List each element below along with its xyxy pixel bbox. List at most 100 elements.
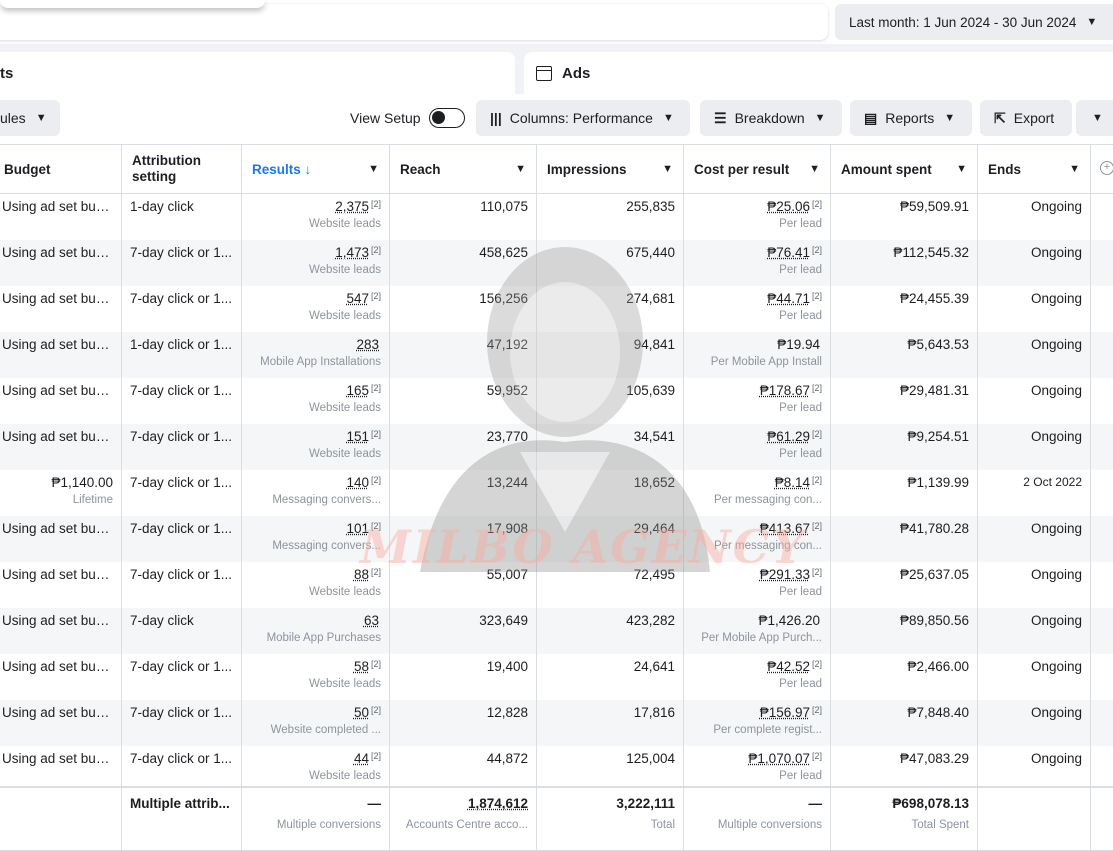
results-footnote[interactable]: [2] [371, 659, 381, 669]
table-row[interactable]: Using ad set bud... 7-day click or 1... … [0, 654, 1113, 700]
cpr-footnote[interactable]: [2] [812, 429, 822, 439]
cpr-footnote[interactable]: [2] [812, 751, 822, 761]
tab-ad-sets[interactable]: ts [0, 52, 515, 94]
results-value[interactable]: 547 [346, 291, 369, 306]
cpr-footnote[interactable]: [2] [812, 659, 822, 669]
results-footnote[interactable]: [2] [371, 429, 381, 439]
filter-search-bar[interactable] [0, 4, 828, 40]
table-row[interactable]: Using ad set bud... 7-day click or 1... … [0, 240, 1113, 286]
cpr-value[interactable]: ₱156.97 [760, 705, 810, 720]
results-footnote[interactable]: [2] [371, 521, 381, 531]
header-ends[interactable]: Ends ▼ [978, 145, 1091, 193]
results-value[interactable]: 140 [346, 475, 369, 490]
tab-ads[interactable]: Ads [524, 52, 1113, 94]
cell-cost-per-result: ₱413.67 [2] Per messaging con... [684, 516, 831, 562]
cpr-footnote[interactable]: [2] [812, 383, 822, 393]
header-attribution-label: Attribution setting [132, 153, 201, 184]
header-impressions[interactable]: Impressions ▼ [537, 145, 684, 193]
table-row[interactable]: Using ad set bud... 7-day click 63 Mobil… [0, 608, 1113, 654]
cpr-value[interactable]: ₱291.33 [760, 567, 810, 582]
chevron-down-icon[interactable]: ▼ [1069, 163, 1080, 175]
columns-button[interactable]: ||| Columns: Performance ▼ [476, 100, 690, 136]
table-row[interactable]: Using ad set bud... 7-day click or 1... … [0, 562, 1113, 608]
reach-value: 156,256 [479, 291, 528, 306]
cpr-value[interactable]: ₱44.71 [767, 291, 810, 306]
export-more-button[interactable]: ▼ [1076, 100, 1113, 136]
results-value[interactable]: 63 [364, 613, 379, 628]
results-footnote[interactable]: [2] [371, 291, 381, 301]
cpr-value[interactable]: ₱25.06 [767, 199, 810, 214]
header-budget[interactable]: Budget [0, 145, 122, 193]
cpr-value[interactable]: ₱8.14 [775, 475, 810, 490]
cpr-footnote[interactable]: [2] [812, 521, 822, 531]
header-amount-spent[interactable]: Amount spent ▼ [831, 145, 978, 193]
chevron-down-icon[interactable]: ▼ [368, 163, 379, 175]
table-row[interactable]: Using ad set bud... 7-day click or 1... … [0, 700, 1113, 746]
results-footnote[interactable]: [2] [371, 383, 381, 393]
results-value[interactable]: 2,375 [335, 199, 369, 214]
totals-spent-value: ₱698,078.13 [892, 796, 969, 811]
results-value[interactable]: 151 [346, 429, 369, 444]
cpr-footnote[interactable]: [2] [812, 475, 822, 485]
cpr-value[interactable]: ₱76.41 [767, 245, 810, 260]
results-value[interactable]: 50 [354, 705, 369, 720]
cpr-value[interactable]: ₱413.67 [760, 521, 810, 536]
results-value[interactable]: 58 [354, 659, 369, 674]
header-attribution[interactable]: Attribution setting [122, 145, 242, 193]
header-reach[interactable]: Reach ▼ [390, 145, 537, 193]
chevron-down-icon[interactable]: ▼ [515, 163, 526, 175]
cell-budget: Using ad set bud... [0, 194, 122, 240]
results-footnote[interactable]: [2] [371, 475, 381, 485]
breakdown-button[interactable]: ☰ Breakdown ▼ [700, 100, 842, 136]
cpr-footnote[interactable]: [2] [812, 291, 822, 301]
results-value[interactable]: 165 [346, 383, 369, 398]
export-icon: ⇱ [994, 109, 1006, 126]
reach-value: 47,192 [486, 337, 528, 352]
table-row[interactable]: Using ad set bud... 7-day click or 1... … [0, 378, 1113, 424]
cell-amount-spent: ₱9,254.51 [831, 424, 978, 470]
results-value[interactable]: 1,473 [335, 245, 369, 260]
rules-button[interactable]: ules ▼ [0, 100, 60, 136]
table-row[interactable]: Using ad set bud... 1-day click 2,375 [2]… [0, 194, 1113, 240]
ends-value: Ongoing [1030, 613, 1082, 628]
table-row[interactable]: Using ad set bud... 7-day click or 1... … [0, 424, 1113, 470]
header-cost-per-result[interactable]: Cost per result ▼ [684, 145, 831, 193]
results-footnote[interactable]: [2] [371, 245, 381, 255]
results-value[interactable]: 88 [354, 567, 369, 582]
chevron-down-icon[interactable]: ▼ [809, 163, 820, 175]
date-range-picker[interactable]: Last month: 1 Jun 2024 - 30 Jun 2024 ▼ [835, 4, 1113, 40]
chevron-down-icon[interactable]: ▼ [662, 163, 673, 175]
table-row[interactable]: Using ad set bud... 7-day click or 1... … [0, 516, 1113, 562]
totals-results: — Multiple conversions [242, 788, 390, 851]
results-value[interactable]: 44 [354, 751, 369, 766]
cpr-value[interactable]: ₱42.52 [767, 659, 810, 674]
export-button[interactable]: ⇱ Export [980, 100, 1072, 136]
reports-button[interactable]: ▤ Reports ▼ [850, 100, 972, 136]
cpr-footnote[interactable]: [2] [812, 245, 822, 255]
totals-reach-sub: Accounts Centre acco... [405, 819, 528, 831]
cpr-value[interactable]: ₱1,426.20 [758, 613, 820, 628]
totals-reach-value[interactable]: 1,874,612 [398, 796, 528, 811]
cpr-value[interactable]: ₱19.94 [777, 337, 820, 352]
header-results[interactable]: Results ↓ ▼ [242, 145, 390, 193]
results-footnote[interactable]: [2] [371, 705, 381, 715]
chevron-down-icon[interactable]: ▼ [956, 163, 967, 175]
cpr-value[interactable]: ₱178.67 [760, 383, 810, 398]
view-setup-toggle[interactable] [428, 108, 465, 128]
results-value[interactable]: 101 [346, 521, 369, 536]
table-row[interactable]: Using ad set bud... 7-day click or 1... … [0, 286, 1113, 332]
table-row[interactable]: Using ad set bud... 1-day click or 1... … [0, 332, 1113, 378]
results-footnote[interactable]: [2] [371, 751, 381, 761]
results-value[interactable]: 283 [356, 337, 379, 352]
cpr-value[interactable]: ₱1,070.07 [748, 751, 810, 766]
results-footnote[interactable]: [2] [371, 199, 381, 209]
cpr-value[interactable]: ₱61.29 [767, 429, 810, 444]
impressions-value: 29,464 [633, 521, 675, 536]
add-column-icon[interactable]: + [1100, 161, 1113, 175]
table-row[interactable]: ₱1,140.00 Lifetime 7-day click or 1... 1… [0, 470, 1113, 516]
cpr-footnote[interactable]: [2] [812, 567, 822, 577]
cpr-footnote[interactable]: [2] [812, 199, 822, 209]
results-sub: Messaging convers... [272, 494, 381, 506]
cpr-footnote[interactable]: [2] [812, 705, 822, 715]
results-footnote[interactable]: [2] [371, 567, 381, 577]
